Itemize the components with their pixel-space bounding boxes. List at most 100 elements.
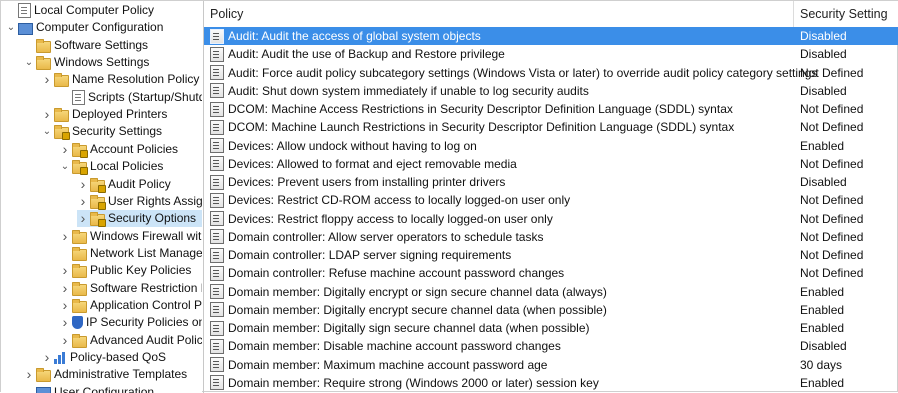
tree-item-label: Deployed Printers	[72, 107, 168, 122]
policy-cell: Audit: Shut down system immediately if u…	[210, 82, 589, 100]
chevron-right-icon[interactable]: ›	[41, 349, 53, 366]
tree-item[interactable]: ⌄ Computer Configuration	[5, 19, 163, 36]
policy-row[interactable]: Devices: Restrict floppy access to local…	[204, 210, 898, 228]
chevron-down-icon[interactable]: ⌄	[59, 158, 71, 175]
security-setting-value: Disabled	[800, 47, 847, 62]
policy-row[interactable]: Domain controller: Allow server operator…	[204, 228, 898, 246]
policy-row[interactable]: Domain controller: Refuse machine accoun…	[204, 264, 898, 282]
policy-cell: DCOM: Machine Launch Restrictions in Sec…	[210, 118, 734, 136]
policy-cell: Devices: Restrict CD-ROM access to local…	[210, 191, 570, 209]
tree-item[interactable]: › User Rights Assignment	[77, 193, 202, 210]
tree-item[interactable]: ⌄ Local Policies	[59, 158, 163, 176]
policy-row[interactable]: Audit: Audit the access of global system…	[204, 27, 898, 45]
tree-item-label: Security Settings	[72, 124, 163, 139]
chevron-down-icon[interactable]: ⌄	[41, 123, 53, 140]
tree-item[interactable]: Local Computer Policy	[5, 2, 154, 19]
chevron-right-icon[interactable]: ›	[23, 366, 35, 383]
policy-icon	[210, 247, 224, 263]
policy-row[interactable]: Domain member: Require strong (Windows 2…	[204, 374, 898, 392]
folder-lock-icon	[90, 194, 106, 210]
chevron-right-icon[interactable]: ›	[59, 262, 71, 279]
policy-name: Devices: Allow undock without having to …	[228, 138, 477, 153]
tree-item[interactable]: › Audit Policy	[77, 176, 171, 193]
chevron-right-icon[interactable]: ›	[59, 141, 71, 158]
policy-row[interactable]: Domain controller: LDAP server signing r…	[204, 246, 898, 264]
policy-row[interactable]: DCOM: Machine Access Restrictions in Sec…	[204, 100, 898, 118]
chevron-right-icon[interactable]: ›	[59, 297, 71, 314]
policy-row[interactable]: DCOM: Machine Launch Restrictions in Sec…	[204, 118, 898, 136]
folder-icon	[36, 38, 51, 53]
tree-item[interactable]: ⌄ Security Settings	[41, 123, 163, 141]
folder-icon	[72, 333, 87, 348]
chevron-right-icon[interactable]: ›	[41, 106, 53, 123]
security-setting-value: Disabled	[800, 339, 847, 354]
policy-row[interactable]: Domain member: Digitally sign secure cha…	[204, 319, 898, 337]
policy-icon	[210, 192, 224, 208]
chevron-right-icon[interactable]: ›	[59, 280, 71, 297]
security-setting-value: Not Defined	[800, 193, 864, 208]
policy-row[interactable]: Audit: Audit the use of Backup and Resto…	[204, 45, 898, 63]
chevron-right-icon[interactable]: ›	[77, 193, 89, 210]
tree-item[interactable]: › Windows Firewall with Advanced Security	[59, 228, 202, 245]
tree-item[interactable]: Network List Manager Policies	[59, 245, 202, 262]
chevron-down-icon[interactable]: ⌄	[23, 54, 35, 71]
folder-icon	[54, 73, 69, 88]
policy-row[interactable]: Devices: Allowed to format and eject rem…	[204, 155, 898, 173]
tree-item[interactable]: › Security Options	[77, 210, 202, 228]
tree-item[interactable]: ⌄ Windows Settings	[23, 54, 149, 71]
policy-icon	[210, 138, 224, 153]
security-setting-value: 30 days	[800, 357, 843, 372]
policy-name: Domain member: Disable machine account p…	[228, 339, 561, 354]
policy-list[interactable]: Policy Security Setting Audit: Audit the…	[203, 1, 898, 393]
policy-row[interactable]: Audit: Shut down system immediately if u…	[204, 82, 898, 100]
tree-item[interactable]: › Administrative Templates	[23, 366, 187, 383]
policy-row[interactable]: Domain member: Disable machine account p…	[204, 337, 898, 355]
security-setting-value: Disabled	[800, 29, 847, 43]
tree-item[interactable]: › Account Policies	[59, 141, 178, 158]
chevron-right-icon[interactable]: ›	[59, 228, 71, 245]
folder-lock-icon	[54, 125, 70, 141]
policy-cell: Domain member: Digitally encrypt or sign…	[210, 283, 607, 301]
security-setting-value: Enabled	[800, 302, 845, 317]
tree-item[interactable]: › Application Control Policies	[59, 297, 202, 314]
policy-row[interactable]: Devices: Prevent users from installing p…	[204, 173, 898, 191]
tree-item[interactable]: › Public Key Policies	[59, 262, 191, 279]
chevron-right-icon[interactable]: ›	[77, 210, 89, 227]
column-header-policy[interactable]: Policy	[204, 1, 794, 27]
chevron-right-icon[interactable]: ›	[59, 332, 71, 349]
tree-item[interactable]: › Policy-based QoS	[41, 349, 166, 366]
policy-name: Audit: Force audit policy subcategory se…	[228, 65, 818, 80]
policy-name: Devices: Restrict floppy access to local…	[228, 211, 553, 226]
chevron-down-icon[interactable]: ⌄	[5, 19, 17, 36]
policy-row[interactable]: Domain member: Digitally encrypt or sign…	[204, 283, 898, 301]
folder-lock-icon	[90, 177, 106, 193]
policy-row[interactable]: Devices: Allow undock without having to …	[204, 137, 898, 155]
tree-item[interactable]: › Software Restriction Policies	[59, 280, 202, 297]
policy-row[interactable]: Audit: Force audit policy subcategory se…	[204, 64, 898, 82]
tree-item[interactable]: Software Settings	[23, 37, 148, 54]
tree-item[interactable]: › IP Security Policies on Local Computer	[59, 314, 202, 331]
tree-item[interactable]: › Deployed Printers	[41, 106, 167, 123]
policy-icon	[210, 375, 224, 391]
chevron-right-icon[interactable]: ›	[77, 176, 89, 193]
tree-item[interactable]: › Name Resolution Policy	[41, 71, 199, 88]
policy-cell: DCOM: Machine Access Restrictions in Sec…	[210, 100, 733, 118]
console-tree[interactable]: Local Computer Policy ⌄ Computer Configura…	[1, 1, 202, 393]
policy-row[interactable]: Devices: Restrict CD-ROM access to local…	[204, 191, 898, 209]
tree-item-label: Scripts (Startup/Shutdown)	[88, 89, 202, 104]
chevron-right-icon[interactable]: ›	[41, 71, 53, 88]
policy-row[interactable]: Domain member: Maximum machine account p…	[204, 356, 898, 374]
tree-item[interactable]: › Advanced Audit Policy Configuration	[59, 332, 202, 349]
policy-icon	[210, 284, 224, 299]
column-header-security-setting[interactable]: Security Setting	[793, 1, 898, 27]
tree-item[interactable]: Scripts (Startup/Shutdown)	[59, 89, 202, 106]
policy-name: Audit: Shut down system immediately if u…	[228, 83, 589, 98]
tree-item-label: Audit Policy	[108, 176, 171, 191]
chart-bar	[54, 358, 57, 364]
policy-row[interactable]: Domain member: Digitally encrypt secure …	[204, 301, 898, 319]
policy-cell: Devices: Restrict floppy access to local…	[210, 210, 553, 228]
security-setting-value: Enabled	[800, 284, 845, 299]
policy-name: Audit: Audit the use of Backup and Resto…	[228, 47, 505, 62]
chevron-right-icon[interactable]: ›	[59, 314, 71, 331]
